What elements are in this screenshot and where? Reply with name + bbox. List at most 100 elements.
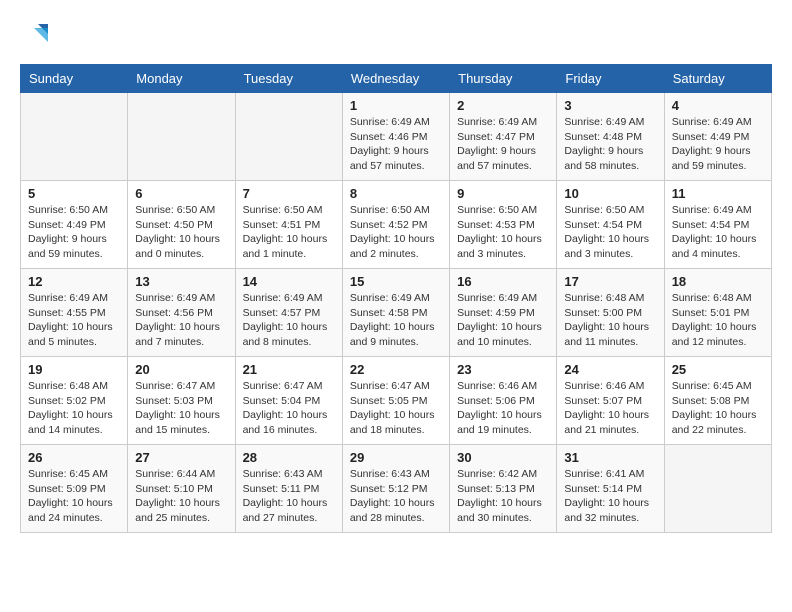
calendar-cell: 31 Sunrise: 6:41 AM Sunset: 5:14 PM Dayli… [557, 445, 664, 533]
week-row-5: 26Sunrise: 6:45 AM Sunset: 5:09 PM Dayli… [21, 445, 772, 533]
weekday-header-wednesday: Wednesday [342, 65, 449, 93]
week-row-3: 12 Sunrise: 6:49 AM Sunset: 4:55 PM Dayli… [21, 269, 772, 357]
week-row-4: 19 Sunrise: 6:48 AM Sunset: 5:02 PM Dayli… [21, 357, 772, 445]
day-detail: Sunrise: 6:42 AM Sunset: 5:13 PM Dayligh… [457, 467, 549, 526]
weekday-header-sunday: Sunday [21, 65, 128, 93]
weekday-header-tuesday: Tuesday [235, 65, 342, 93]
weekday-header-monday: Monday [128, 65, 235, 93]
weekday-header-thursday: Thursday [450, 65, 557, 93]
day-number: 20 [135, 362, 227, 377]
calendar-cell: 13Sunrise: 6:49 AM Sunset: 4:56 PM Dayli… [128, 269, 235, 357]
weekday-header-friday: Friday [557, 65, 664, 93]
calendar-cell: 20 Sunrise: 6:47 AM Sunset: 5:03 PM Dayli… [128, 357, 235, 445]
page-header [20, 20, 772, 48]
day-number: 3 [564, 98, 656, 113]
calendar-cell: 8 Sunrise: 6:50 AM Sunset: 4:52 PM Daylig… [342, 181, 449, 269]
day-number: 24 [564, 362, 656, 377]
day-number: 10 [564, 186, 656, 201]
calendar-cell: 24 Sunrise: 6:46 AM Sunset: 5:07 PM Dayli… [557, 357, 664, 445]
day-detail: Sunrise: 6:50 AM Sunset: 4:49 PM Dayligh… [28, 203, 120, 262]
day-number: 15 [350, 274, 442, 289]
calendar-cell: 16 Sunrise: 6:49 AM Sunset: 4:59 PM Dayli… [450, 269, 557, 357]
calendar-cell: 23 Sunrise: 6:46 AM Sunset: 5:06 PM Dayli… [450, 357, 557, 445]
logo-icon [20, 20, 48, 48]
day-number: 5 [28, 186, 120, 201]
day-detail: Sunrise: 6:47 AM Sunset: 5:05 PM Dayligh… [350, 379, 442, 438]
day-number: 23 [457, 362, 549, 377]
day-number: 9 [457, 186, 549, 201]
week-row-1: 1Sunrise: 6:49 AM Sunset: 4:46 PM Daylig… [21, 93, 772, 181]
day-number: 11 [672, 186, 764, 201]
calendar-cell: 27Sunrise: 6:44 AM Sunset: 5:10 PM Dayli… [128, 445, 235, 533]
calendar-cell: 12 Sunrise: 6:49 AM Sunset: 4:55 PM Dayli… [21, 269, 128, 357]
day-number: 17 [564, 274, 656, 289]
day-detail: Sunrise: 6:46 AM Sunset: 5:06 PM Dayligh… [457, 379, 549, 438]
day-detail: Sunrise: 6:50 AM Sunset: 4:53 PM Dayligh… [457, 203, 549, 262]
day-detail: Sunrise: 6:49 AM Sunset: 4:48 PM Dayligh… [564, 115, 656, 174]
calendar-cell: 7 Sunrise: 6:50 AM Sunset: 4:51 PM Daylig… [235, 181, 342, 269]
calendar-cell: 3 Sunrise: 6:49 AM Sunset: 4:48 PM Daylig… [557, 93, 664, 181]
calendar-cell: 14 Sunrise: 6:49 AM Sunset: 4:57 PM Dayli… [235, 269, 342, 357]
weekday-header-saturday: Saturday [664, 65, 771, 93]
day-number: 12 [28, 274, 120, 289]
calendar-cell: 22 Sunrise: 6:47 AM Sunset: 5:05 PM Dayli… [342, 357, 449, 445]
calendar-table: SundayMondayTuesdayWednesdayThursdayFrid… [20, 64, 772, 533]
day-detail: Sunrise: 6:49 AM Sunset: 4:54 PM Dayligh… [672, 203, 764, 262]
day-detail: Sunrise: 6:49 AM Sunset: 4:47 PM Dayligh… [457, 115, 549, 174]
day-detail: Sunrise: 6:49 AM Sunset: 4:56 PM Dayligh… [135, 291, 227, 350]
day-number: 14 [243, 274, 335, 289]
day-number: 18 [672, 274, 764, 289]
day-number: 19 [28, 362, 120, 377]
day-detail: Sunrise: 6:48 AM Sunset: 5:00 PM Dayligh… [564, 291, 656, 350]
day-detail: Sunrise: 6:47 AM Sunset: 5:03 PM Dayligh… [135, 379, 227, 438]
calendar-cell: 1Sunrise: 6:49 AM Sunset: 4:46 PM Daylig… [342, 93, 449, 181]
calendar-cell: 11 Sunrise: 6:49 AM Sunset: 4:54 PM Dayli… [664, 181, 771, 269]
calendar-cell [664, 445, 771, 533]
weekday-header-row: SundayMondayTuesdayWednesdayThursdayFrid… [21, 65, 772, 93]
day-detail: Sunrise: 6:50 AM Sunset: 4:50 PM Dayligh… [135, 203, 227, 262]
day-number: 25 [672, 362, 764, 377]
calendar-cell: 15 Sunrise: 6:49 AM Sunset: 4:58 PM Dayli… [342, 269, 449, 357]
day-detail: Sunrise: 6:41 AM Sunset: 5:14 PM Dayligh… [564, 467, 656, 526]
day-number: 22 [350, 362, 442, 377]
calendar-cell [21, 93, 128, 181]
day-detail: Sunrise: 6:43 AM Sunset: 5:12 PM Dayligh… [350, 467, 442, 526]
day-number: 8 [350, 186, 442, 201]
day-number: 16 [457, 274, 549, 289]
day-detail: Sunrise: 6:49 AM Sunset: 4:55 PM Dayligh… [28, 291, 120, 350]
day-number: 7 [243, 186, 335, 201]
calendar-cell: 17 Sunrise: 6:48 AM Sunset: 5:00 PM Dayli… [557, 269, 664, 357]
calendar-cell: 19 Sunrise: 6:48 AM Sunset: 5:02 PM Dayli… [21, 357, 128, 445]
calendar-cell: 2 Sunrise: 6:49 AM Sunset: 4:47 PM Daylig… [450, 93, 557, 181]
calendar-cell: 9 Sunrise: 6:50 AM Sunset: 4:53 PM Daylig… [450, 181, 557, 269]
day-detail: Sunrise: 6:48 AM Sunset: 5:01 PM Dayligh… [672, 291, 764, 350]
calendar-cell: 25Sunrise: 6:45 AM Sunset: 5:08 PM Dayli… [664, 357, 771, 445]
day-detail: Sunrise: 6:44 AM Sunset: 5:10 PM Dayligh… [135, 467, 227, 526]
calendar-cell: 10 Sunrise: 6:50 AM Sunset: 4:54 PM Dayli… [557, 181, 664, 269]
week-row-2: 5 Sunrise: 6:50 AM Sunset: 4:49 PM Daylig… [21, 181, 772, 269]
calendar-cell [128, 93, 235, 181]
day-detail: Sunrise: 6:49 AM Sunset: 4:58 PM Dayligh… [350, 291, 442, 350]
day-number: 28 [243, 450, 335, 465]
day-detail: Sunrise: 6:49 AM Sunset: 4:57 PM Dayligh… [243, 291, 335, 350]
calendar-cell: 26Sunrise: 6:45 AM Sunset: 5:09 PM Dayli… [21, 445, 128, 533]
calendar-cell: 4Sunrise: 6:49 AM Sunset: 4:49 PM Daylig… [664, 93, 771, 181]
day-detail: Sunrise: 6:48 AM Sunset: 5:02 PM Dayligh… [28, 379, 120, 438]
day-number: 6 [135, 186, 227, 201]
day-detail: Sunrise: 6:50 AM Sunset: 4:54 PM Dayligh… [564, 203, 656, 262]
day-number: 31 [564, 450, 656, 465]
day-number: 26 [28, 450, 120, 465]
day-detail: Sunrise: 6:50 AM Sunset: 4:51 PM Dayligh… [243, 203, 335, 262]
day-number: 30 [457, 450, 549, 465]
day-detail: Sunrise: 6:47 AM Sunset: 5:04 PM Dayligh… [243, 379, 335, 438]
day-number: 2 [457, 98, 549, 113]
day-number: 21 [243, 362, 335, 377]
day-number: 29 [350, 450, 442, 465]
day-detail: Sunrise: 6:50 AM Sunset: 4:52 PM Dayligh… [350, 203, 442, 262]
calendar-cell: 30 Sunrise: 6:42 AM Sunset: 5:13 PM Dayli… [450, 445, 557, 533]
day-number: 4 [672, 98, 764, 113]
day-detail: Sunrise: 6:49 AM Sunset: 4:59 PM Dayligh… [457, 291, 549, 350]
calendar-cell: 21 Sunrise: 6:47 AM Sunset: 5:04 PM Dayli… [235, 357, 342, 445]
day-detail: Sunrise: 6:46 AM Sunset: 5:07 PM Dayligh… [564, 379, 656, 438]
day-detail: Sunrise: 6:49 AM Sunset: 4:46 PM Dayligh… [350, 115, 442, 174]
